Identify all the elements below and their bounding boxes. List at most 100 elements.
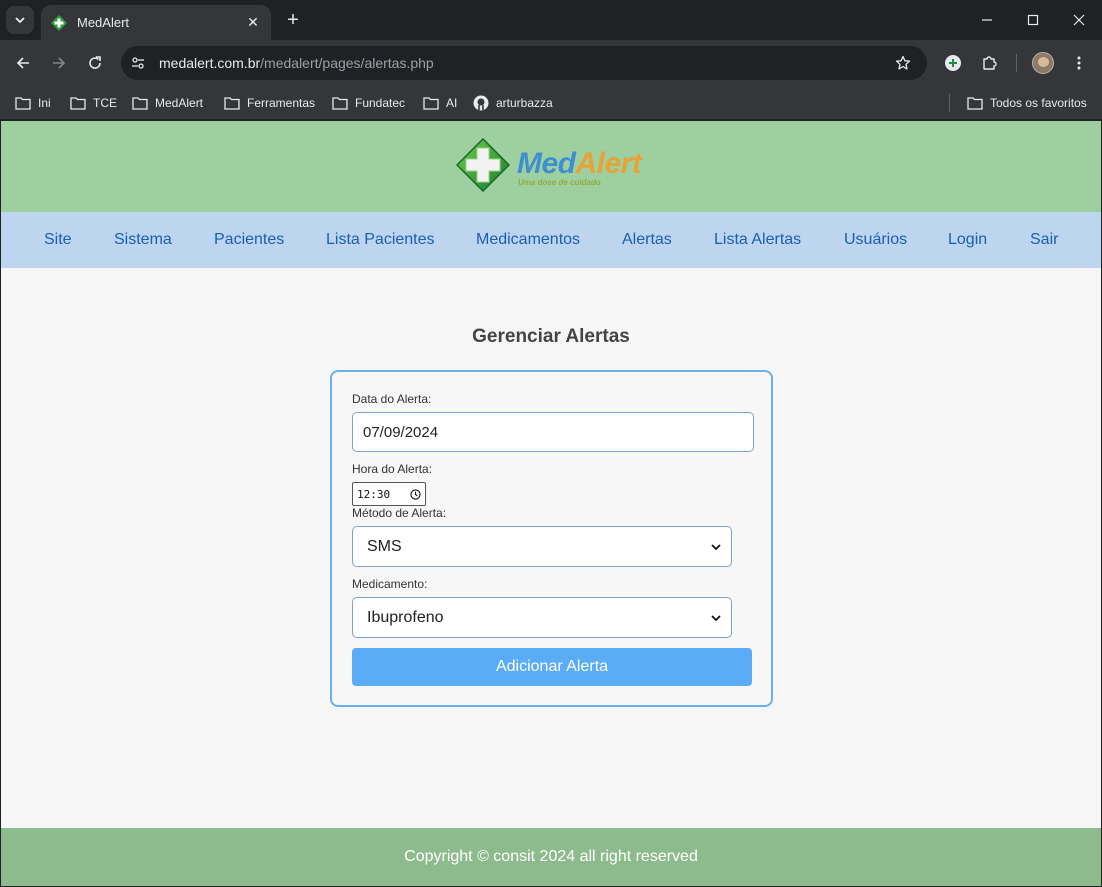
site-info-button[interactable] bbox=[125, 50, 151, 76]
page-footer: Copyright © consit 2024 all right reserv… bbox=[1, 828, 1101, 886]
clock-icon[interactable] bbox=[410, 488, 421, 500]
maximize-button[interactable] bbox=[1010, 0, 1056, 40]
add-alert-button[interactable]: Adicionar Alerta bbox=[352, 648, 752, 686]
bookmark-folder-medalert[interactable]: MedAlert bbox=[132, 93, 203, 113]
profile-button[interactable] bbox=[1029, 49, 1057, 77]
nav-medicamentos[interactable]: Medicamentos bbox=[476, 212, 580, 268]
more-vertical-icon bbox=[1077, 56, 1081, 70]
maximize-icon bbox=[1027, 14, 1039, 26]
chevron-down-icon bbox=[711, 543, 721, 550]
page-title: Gerenciar Alertas bbox=[472, 326, 630, 347]
browser-tabstrip: MedAlert ✕ + bbox=[0, 0, 1102, 40]
nav-login[interactable]: Login bbox=[948, 212, 987, 268]
browser-tab-active[interactable]: MedAlert ✕ bbox=[41, 5, 271, 40]
nav-pacientes[interactable]: Pacientes bbox=[214, 212, 284, 268]
chevron-down-icon bbox=[711, 614, 721, 621]
page-viewport: MedAlert Uma dose de cuidado Site Sistem… bbox=[1, 121, 1101, 886]
bookmark-folder-ini[interactable]: Ini bbox=[15, 93, 51, 113]
tab-title: MedAlert bbox=[77, 15, 130, 30]
all-bookmarks-folder[interactable]: Todos os favoritos bbox=[967, 93, 1087, 113]
github-icon bbox=[473, 95, 489, 111]
nav-usuarios[interactable]: Usuários bbox=[844, 212, 907, 268]
logo-wordmark: MedAlert bbox=[517, 147, 642, 181]
time-label: Hora do Alerta: bbox=[352, 462, 433, 476]
time-input[interactable]: 12:30 bbox=[352, 482, 426, 506]
toolbar-separator bbox=[1016, 54, 1017, 72]
puzzle-icon bbox=[983, 56, 997, 70]
new-tab-button[interactable]: + bbox=[281, 8, 305, 32]
bookmark-github-arturbazza[interactable]: arturbazza bbox=[473, 93, 553, 113]
bookmark-label: Ini bbox=[38, 96, 51, 110]
forward-button[interactable] bbox=[45, 49, 73, 77]
tab-search-button[interactable] bbox=[6, 6, 34, 34]
main-nav: Site Sistema Pacientes Lista Pacientes M… bbox=[1, 212, 1101, 268]
reload-button[interactable] bbox=[81, 49, 109, 77]
star-icon bbox=[895, 55, 911, 70]
minimize-button[interactable] bbox=[964, 0, 1010, 40]
folder-icon bbox=[224, 97, 240, 110]
logo-med: Med bbox=[517, 147, 576, 180]
tune-icon bbox=[132, 57, 144, 69]
back-arrow-icon bbox=[16, 57, 29, 69]
forward-arrow-icon bbox=[53, 57, 66, 69]
medalert-logo[interactable]: MedAlert Uma dose de cuidado bbox=[456, 138, 656, 196]
bookmark-label: TCE bbox=[93, 96, 117, 110]
back-button[interactable] bbox=[9, 49, 37, 77]
alert-form: Data do Alerta: Hora do Alerta: 12:30 Mé… bbox=[330, 370, 773, 707]
medication-selected-value: Ibuprofeno bbox=[367, 608, 444, 626]
url-path: /medalert/pages/alertas.php bbox=[260, 55, 434, 71]
folder-icon bbox=[15, 97, 31, 110]
medalert-favicon-icon bbox=[51, 14, 67, 31]
folder-icon bbox=[967, 97, 983, 110]
header-banner: MedAlert Uma dose de cuidado bbox=[1, 121, 1101, 212]
nav-lista-pacientes[interactable]: Lista Pacientes bbox=[326, 212, 435, 268]
folder-icon bbox=[423, 97, 439, 110]
time-value: 12:30 bbox=[357, 487, 391, 501]
folder-icon bbox=[132, 97, 148, 110]
minimize-icon bbox=[982, 19, 992, 21]
folder-icon bbox=[70, 97, 86, 110]
avatar bbox=[1032, 52, 1054, 74]
bookmark-folder-tce[interactable]: TCE bbox=[70, 93, 117, 113]
browser-menu-button[interactable] bbox=[1065, 49, 1093, 77]
all-bookmarks-label: Todos os favoritos bbox=[990, 96, 1087, 110]
bookmark-folder-ai[interactable]: AI bbox=[423, 93, 457, 113]
date-label: Data do Alerta: bbox=[352, 392, 432, 406]
method-label: Método de Alerta: bbox=[352, 506, 447, 520]
logo-alert: Alert bbox=[575, 147, 642, 180]
nav-sair[interactable]: Sair bbox=[1030, 212, 1058, 268]
tab-close-icon[interactable]: ✕ bbox=[245, 14, 261, 31]
plus-circle-icon bbox=[945, 55, 961, 71]
close-icon bbox=[1073, 14, 1085, 26]
url-host: medalert.com.br bbox=[159, 55, 261, 71]
bookmark-label: Fundatec bbox=[355, 96, 406, 110]
extension-add-button[interactable] bbox=[939, 49, 967, 77]
bookmark-label: AI bbox=[446, 96, 458, 110]
method-selected-value: SMS bbox=[367, 537, 402, 555]
folder-icon bbox=[332, 97, 348, 110]
medical-cross-logo-icon bbox=[456, 138, 510, 192]
date-input[interactable] bbox=[352, 412, 754, 452]
browser-toolbar: medalert.com.br/medalert/pages/alertas.p… bbox=[0, 40, 1102, 86]
nav-sistema[interactable]: Sistema bbox=[114, 212, 172, 268]
medication-select[interactable]: Ibuprofeno bbox=[352, 597, 732, 638]
reload-icon bbox=[89, 56, 101, 69]
bookmarks-separator bbox=[949, 94, 950, 112]
bookmark-star-button[interactable] bbox=[889, 49, 917, 77]
chevron-down-icon bbox=[15, 17, 25, 24]
bookmarks-bar: Ini TCE MedAlert Ferramentas Fundatec AI… bbox=[0, 86, 1102, 120]
bookmark-folder-ferramentas[interactable]: Ferramentas bbox=[224, 93, 315, 113]
url-text: medalert.com.br/medalert/pages/alertas.p… bbox=[159, 55, 889, 71]
medication-label: Medicamento: bbox=[352, 577, 428, 591]
extensions-button[interactable] bbox=[976, 49, 1004, 77]
nav-site[interactable]: Site bbox=[44, 212, 72, 268]
bookmark-label: Ferramentas bbox=[247, 96, 316, 110]
method-select[interactable]: SMS bbox=[352, 526, 732, 567]
logo-slogan: Uma dose de cuidado bbox=[518, 178, 601, 187]
bookmark-label: arturbazza bbox=[496, 96, 553, 110]
nav-alertas[interactable]: Alertas bbox=[622, 212, 672, 268]
close-window-button[interactable] bbox=[1056, 0, 1102, 40]
nav-lista-alertas[interactable]: Lista Alertas bbox=[714, 212, 801, 268]
address-bar[interactable]: medalert.com.br/medalert/pages/alertas.p… bbox=[121, 46, 927, 80]
bookmark-folder-fundatec[interactable]: Fundatec bbox=[332, 93, 405, 113]
